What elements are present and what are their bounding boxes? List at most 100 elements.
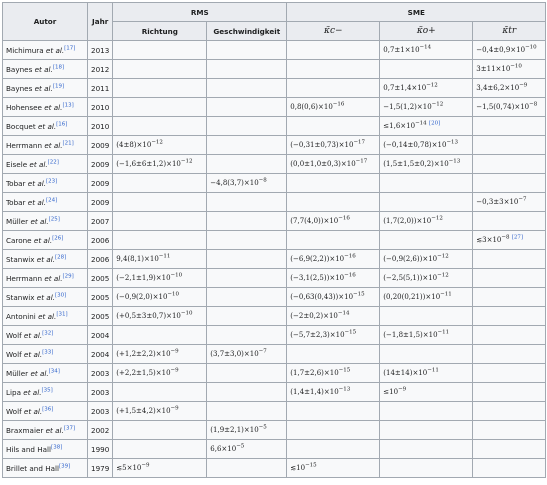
et-al-text: et al. bbox=[27, 197, 47, 207]
geschwindigkeit-cell bbox=[206, 230, 288, 250]
table-row: Eisele et al.[22] 2009 (−1,6±6±1,2)×10−12(… bbox=[2, 154, 547, 174]
kappa-cminus-cell: (−6,9(2,2))×10−16 bbox=[286, 249, 381, 269]
kappa-tr-cell-exponent: −10 bbox=[510, 63, 522, 70]
header-kappa-cminus[interactable]: κ̃c− bbox=[286, 21, 381, 41]
kappa-tr-cell bbox=[472, 382, 547, 402]
author-cell: Lipa et al.[35] bbox=[2, 382, 88, 402]
header-jahr[interactable]: Jahr bbox=[86, 2, 114, 41]
geschwindigkeit-cell: (3,7±3,0)×10−7 bbox=[206, 344, 288, 364]
richtung-cell-value: 9,4(8,1)×10 bbox=[116, 255, 159, 263]
table-row: Carone et al.[26] 2006 ≲3×10−8 [27] bbox=[2, 230, 547, 250]
reference-link[interactable]: [18] bbox=[53, 64, 64, 70]
reference-link[interactable]: [38] bbox=[51, 444, 62, 450]
kappa-tr-cell-reference-link[interactable]: [27] bbox=[512, 235, 523, 241]
kappa-oplus-cell-exponent: −13 bbox=[446, 139, 459, 146]
table-row: Lipa et al.[35] 2003 (1,4±1,4)×10−13 ≤10−9 bbox=[2, 382, 547, 402]
kappa-tr-cell: 3,4±6,2×10−9 bbox=[472, 78, 547, 98]
author-name: Hohensee bbox=[6, 102, 42, 112]
geschwindigkeit-cell: −4,8(3,7)×10−8 bbox=[206, 173, 288, 193]
author-cell: Carone et al.[26] bbox=[2, 230, 88, 250]
reference-link[interactable]: [21] bbox=[63, 140, 74, 146]
kappa-cminus-cell-exponent: −16 bbox=[344, 253, 356, 260]
geschwindigkeit-cell bbox=[206, 382, 288, 402]
richtung-cell-value: (+0,5±3±0,7)×10 bbox=[116, 312, 181, 320]
author-cell: Tobar et al.[24] bbox=[2, 192, 88, 212]
header-sme: SME bbox=[286, 2, 547, 22]
et-al-text: et al. bbox=[38, 311, 57, 321]
kappa-tr-cell-exponent: −8 bbox=[501, 234, 510, 241]
kappa-oplus-cell: (1,5±1,5±0,2)×10−13 bbox=[379, 154, 474, 174]
table-row: Antonini et al.[31] 2005 (+0,5±3±0,7)×10−1… bbox=[2, 306, 547, 326]
author-cell: Tobar et al.[23] bbox=[2, 173, 88, 193]
year-cell: 2002 bbox=[86, 420, 114, 440]
year-cell: 2003 bbox=[86, 363, 114, 383]
author-name: Wolf bbox=[6, 349, 22, 359]
reference-link[interactable]: [13] bbox=[62, 102, 73, 108]
kappa-oplus-cell bbox=[379, 192, 474, 212]
kappa-oplus-cell-value: ≤10 bbox=[383, 388, 399, 396]
et-al-text: et al. bbox=[44, 102, 63, 112]
kappa-tr-cell-exponent: −8 bbox=[529, 101, 538, 108]
richtung-cell bbox=[112, 116, 208, 136]
reference-link[interactable]: [17] bbox=[64, 45, 75, 51]
kappa-tr-cell: −1,5(0,74)×10−8 bbox=[472, 97, 547, 117]
kappa-oplus-cell-value: ≤1,6×10 bbox=[383, 122, 416, 130]
reference-link[interactable]: [29] bbox=[63, 273, 74, 279]
reference-link[interactable]: [16] bbox=[56, 121, 67, 127]
reference-link[interactable]: [39] bbox=[59, 463, 70, 469]
reference-link[interactable]: [34] bbox=[49, 368, 60, 374]
richtung-cell bbox=[112, 420, 208, 440]
year-cell: 2005 bbox=[86, 306, 114, 326]
kappa-oplus-cell-value: (1,5±1,5±0,2)×10 bbox=[383, 160, 449, 168]
geschwindigkeit-cell: (1,9±2,1)×10−5 bbox=[206, 420, 288, 440]
reference-link[interactable]: [35] bbox=[41, 387, 52, 393]
header-kappa-oplus[interactable]: κ̃o+ bbox=[379, 21, 474, 41]
table-row: Herrmann et al.[21] 2009 (4±8)×10−12 (−0,31… bbox=[2, 135, 547, 155]
header-geschwindigkeit[interactable]: Geschwindigkeit bbox=[206, 21, 288, 41]
author-cell: Wolf et al.[33] bbox=[2, 344, 88, 364]
reference-link[interactable]: [23] bbox=[46, 178, 57, 184]
year-cell: 2003 bbox=[86, 401, 114, 421]
kappa-oplus-cell-value: (−1,8±1,5)×10 bbox=[383, 331, 438, 339]
author-cell: Wolf et al.[36] bbox=[2, 401, 88, 421]
kappa-cminus-cell bbox=[286, 116, 381, 136]
kappa-oplus-cell-value: 0,7±1×10 bbox=[383, 46, 420, 54]
geschwindigkeit-cell bbox=[206, 135, 288, 155]
richtung-cell: (−1,6±6±1,2)×10−12 bbox=[112, 154, 208, 174]
kappa-tr-cell: −0,3±3×10−7 bbox=[472, 192, 547, 212]
reference-link[interactable]: [31] bbox=[56, 311, 67, 317]
reference-link[interactable]: [30] bbox=[55, 292, 66, 298]
author-cell: Braxmaier et al.[37] bbox=[2, 420, 88, 440]
reference-link[interactable]: [25] bbox=[49, 216, 60, 222]
reference-link[interactable]: [28] bbox=[55, 254, 66, 260]
reference-link[interactable]: [24] bbox=[46, 197, 57, 203]
reference-link[interactable]: [32] bbox=[42, 330, 53, 336]
reference-link[interactable]: [33] bbox=[42, 349, 53, 355]
author-name: Stanwix bbox=[6, 254, 35, 264]
kappa-oplus-cell bbox=[379, 458, 474, 478]
richtung-cell-exponent: −9 bbox=[170, 405, 179, 412]
reference-link[interactable]: [19] bbox=[53, 83, 64, 89]
author-cell: Baynes et al.[18] bbox=[2, 59, 88, 79]
richtung-cell: (4±8)×10−12 bbox=[112, 135, 208, 155]
reference-link[interactable]: [26] bbox=[52, 235, 63, 241]
richtung-cell: 9,4(8,1)×10−11 bbox=[112, 249, 208, 269]
header-kappa-tr[interactable]: κ̃tr bbox=[472, 21, 547, 41]
kappa-oplus-cell: (1,7(2,0))×10−12 bbox=[379, 211, 474, 231]
kappa-tr-cell bbox=[472, 154, 547, 174]
kappa-oplus-cell: 0,7±1×10−14 bbox=[379, 40, 474, 60]
geschwindigkeit-cell bbox=[206, 325, 288, 345]
reference-link[interactable]: [37] bbox=[64, 425, 75, 431]
header-richtung[interactable]: Richtung bbox=[112, 21, 208, 41]
kappa-oplus-cell: (−1,8±1,5)×10−11 bbox=[379, 325, 474, 345]
kappa-oplus-cell: ≤1,6×10−14 [20] bbox=[379, 116, 474, 136]
reference-link[interactable]: [36] bbox=[42, 406, 53, 412]
reference-link[interactable]: [22] bbox=[48, 159, 59, 165]
author-cell: Herrmann et al.[29] bbox=[2, 268, 88, 288]
kappa-cminus-cell-value: (−6,9(2,2))×10 bbox=[290, 255, 345, 263]
kappa-oplus-cell-reference-link[interactable]: [20] bbox=[429, 121, 440, 127]
header-autor[interactable]: Autor bbox=[2, 2, 88, 41]
kappa-cminus-cell-exponent: −13 bbox=[338, 386, 351, 393]
kappa-oplus-cell-value: (1,7(2,0))×10 bbox=[383, 217, 432, 225]
richtung-cell-value: (−1,6±6±1,2)×10 bbox=[116, 160, 181, 168]
